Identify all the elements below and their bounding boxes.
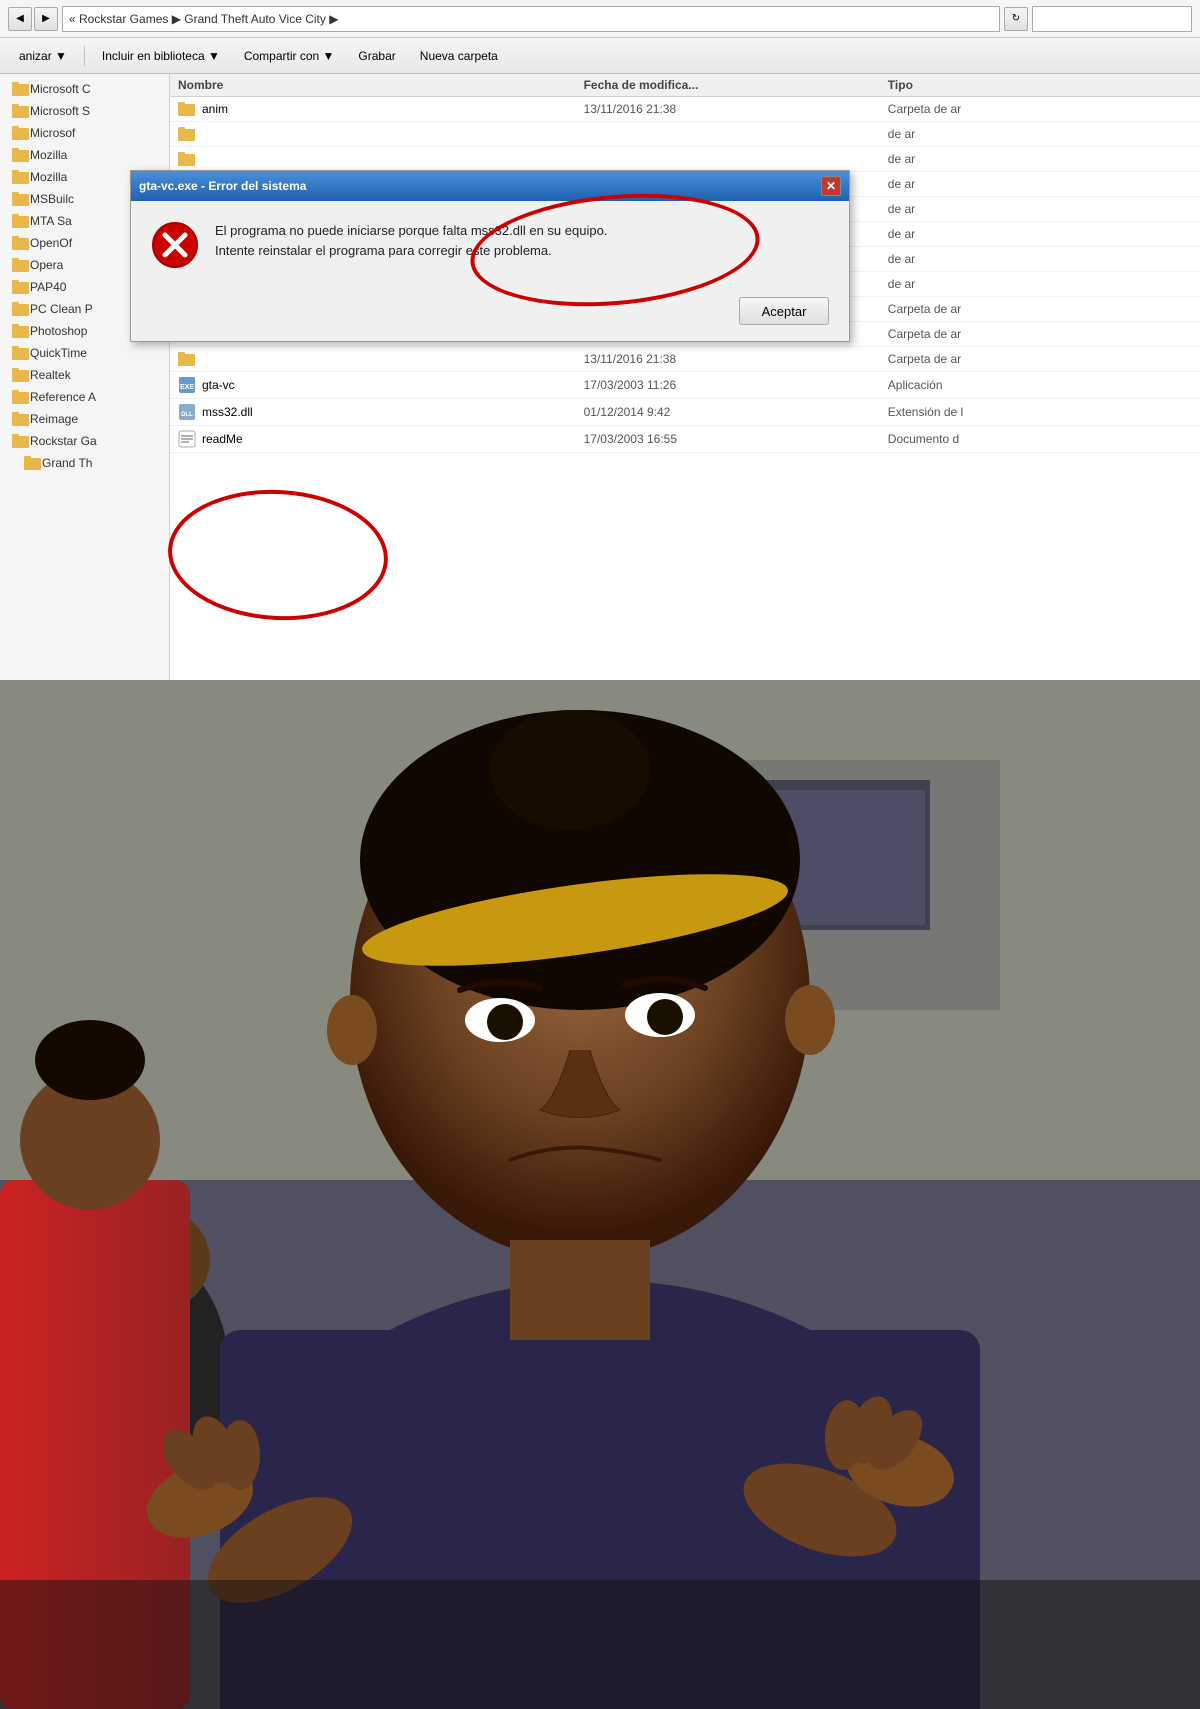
list-item[interactable]: de ar <box>170 122 1200 147</box>
folder-icon <box>12 81 30 97</box>
header-date[interactable]: Fecha de modifica... <box>584 78 888 92</box>
folder-icon <box>178 101 196 117</box>
folder-icon <box>178 126 196 142</box>
include-library-button[interactable]: Incluir en biblioteca ▼ <box>91 44 231 68</box>
txt-icon <box>178 430 196 448</box>
back-button[interactable]: ◀ <box>8 7 32 31</box>
photo-image <box>0 680 1200 1709</box>
error-icon <box>151 221 199 269</box>
svg-text:EXE: EXE <box>180 384 194 391</box>
nav-buttons: ◀ ▶ <box>8 7 58 31</box>
header-name[interactable]: Nombre <box>178 78 584 92</box>
folder-icon <box>12 433 30 449</box>
sidebar-item-microsoft-s[interactable]: Microsoft S <box>0 100 169 122</box>
dialog-footer: Aceptar <box>131 289 849 341</box>
dll-icon: DLL <box>178 403 196 421</box>
dialog-titlebar: gta-vc.exe - Error del sistema ✕ <box>131 171 849 201</box>
sidebar-item-realtek[interactable]: Realtek <box>0 364 169 386</box>
folder-icon <box>12 279 30 295</box>
folder-icon <box>12 301 30 317</box>
file-list: Nombre Fecha de modifica... Tipo anim 13… <box>170 74 1200 680</box>
folder-icon <box>12 235 30 251</box>
sidebar: Microsoft C Microsoft S Microsof <box>0 74 170 680</box>
dialog-title: gta-vc.exe - Error del sistema <box>139 179 306 193</box>
sidebar-item-quicktime[interactable]: QuickTime <box>0 342 169 364</box>
file-list-header: Nombre Fecha de modifica... Tipo <box>170 74 1200 97</box>
list-item[interactable]: EXE gta-vc 17/03/2003 11:26 Aplicación <box>170 372 1200 399</box>
refresh-button[interactable]: ↻ <box>1004 7 1028 31</box>
toolbar: anizar ▼ Incluir en biblioteca ▼ Compart… <box>0 38 1200 74</box>
folder-icon <box>12 169 30 185</box>
error-dialog: gta-vc.exe - Error del sistema ✕ El prog… <box>130 170 850 342</box>
share-with-button[interactable]: Compartir con ▼ <box>233 44 346 68</box>
main-content: Microsoft C Microsoft S Microsof <box>0 74 1200 680</box>
toolbar-separator <box>84 46 85 66</box>
folder-icon <box>12 191 30 207</box>
folder-icon <box>12 257 30 273</box>
organize-button[interactable]: anizar ▼ <box>8 44 78 68</box>
folder-icon <box>12 103 30 119</box>
forward-button[interactable]: ▶ <box>34 7 58 31</box>
folder-icon <box>12 125 30 141</box>
header-type[interactable]: Tipo <box>888 78 1192 92</box>
list-item[interactable]: readMe 17/03/2003 16:55 Documento d <box>170 426 1200 453</box>
sidebar-item-grand-theft[interactable]: Grand Th <box>0 452 169 474</box>
sidebar-item-microsof[interactable]: Microsof <box>0 122 169 144</box>
folder-icon <box>12 389 30 405</box>
sidebar-item-reference[interactable]: Reference A <box>0 386 169 408</box>
folder-icon <box>12 213 30 229</box>
burn-button[interactable]: Grabar <box>347 44 406 68</box>
list-item[interactable]: de ar <box>170 147 1200 172</box>
folder-icon <box>24 455 42 471</box>
explorer-window: ◀ ▶ « Rockstar Games ▶ Grand Theft Auto … <box>0 0 1200 680</box>
sidebar-item-microsoft-c[interactable]: Microsoft C <box>0 78 169 100</box>
ok-button[interactable]: Aceptar <box>739 297 829 325</box>
folder-icon <box>12 323 30 339</box>
folder-icon <box>178 351 196 367</box>
dialog-close-button[interactable]: ✕ <box>821 176 841 196</box>
list-item[interactable]: DLL mss32.dll 01/12/2014 9:42 Extensión … <box>170 399 1200 426</box>
photo-area <box>0 680 1200 1709</box>
list-item[interactable]: 13/11/2016 21:38 Carpeta de ar <box>170 347 1200 372</box>
svg-text:DLL: DLL <box>181 412 193 418</box>
breadcrumb: « Rockstar Games ▶ Grand Theft Auto Vice… <box>69 12 338 26</box>
sidebar-item-rockstar[interactable]: Rockstar Ga <box>0 430 169 452</box>
exe-icon: EXE <box>178 376 196 394</box>
folder-icon <box>12 411 30 427</box>
new-folder-button[interactable]: Nueva carpeta <box>409 44 509 68</box>
search-input[interactable] <box>1032 6 1192 32</box>
folder-icon <box>178 151 196 167</box>
list-item[interactable]: anim 13/11/2016 21:38 Carpeta de ar <box>170 97 1200 122</box>
address-path[interactable]: « Rockstar Games ▶ Grand Theft Auto Vice… <box>62 6 1000 32</box>
folder-icon <box>12 367 30 383</box>
dialog-body: El programa no puede iniciarse porque fa… <box>131 201 849 289</box>
dialog-message: El programa no puede iniciarse porque fa… <box>215 221 829 260</box>
folder-icon <box>12 147 30 163</box>
sidebar-item-mozilla1[interactable]: Mozilla <box>0 144 169 166</box>
folder-icon <box>12 345 30 361</box>
address-bar: ◀ ▶ « Rockstar Games ▶ Grand Theft Auto … <box>0 0 1200 38</box>
sidebar-item-reimage[interactable]: Reimage <box>0 408 169 430</box>
